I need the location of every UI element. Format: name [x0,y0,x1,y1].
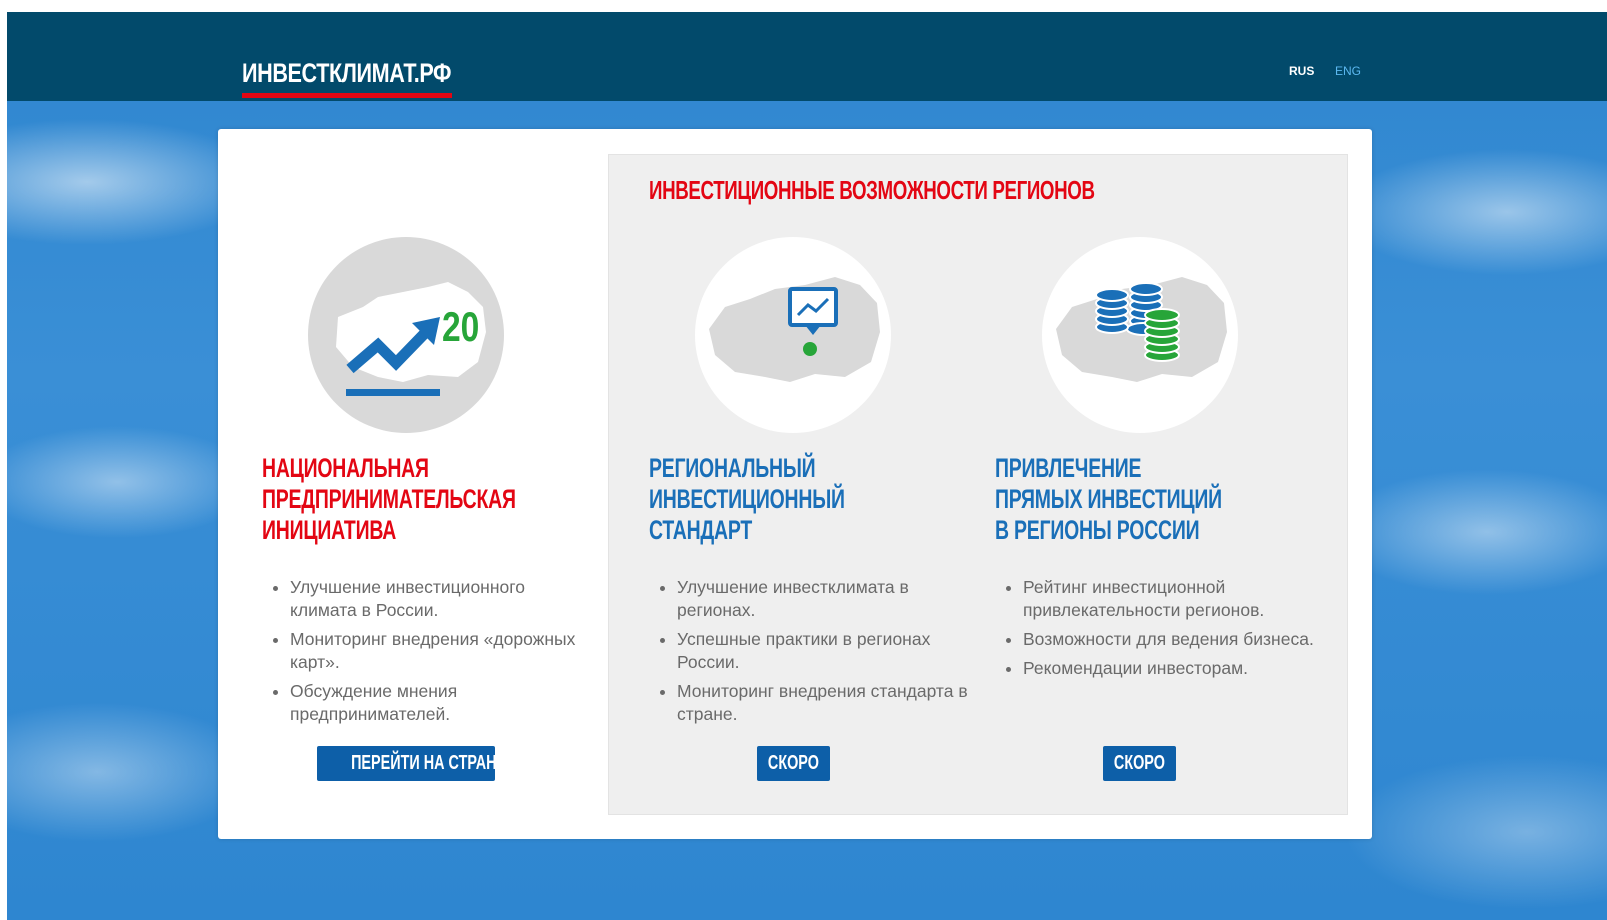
section-title: ИНВЕСТИЦИОННЫЕ ВОЗМОЖНОСТИ РЕГИОНОВ [649,175,1095,205]
lang-rus-link[interactable]: RUS [1289,64,1314,78]
page-background: ИНВЕСТКЛИМАТ.РФ RUS ENG ИНВЕСТИЦИОННЫЕ В… [7,12,1607,920]
header-bar: ИНВЕСТКЛИМАТ.РФ RUS ENG [7,12,1607,101]
column-2-bullets: Улучшение инвестклимата в регионах. Успе… [649,576,977,732]
soon-button-1[interactable]: СКОРО [757,746,830,781]
list-item: Мониторинг внедрения «дорожных карт». [290,628,580,674]
growth-chart-icon: 20 [308,237,504,433]
column-1-title: НАЦИОНАЛЬНАЯ ПРЕДПРИНИМАТЕЛЬСКАЯ ИНИЦИАТ… [262,453,516,545]
column-3-title: ПРИВЛЕЧЕНИЕ ПРЯМЫХ ИНВЕСТИЦИЙ В РЕГИОНЫ … [995,453,1222,545]
column-3-bullets: Рейтинг инвестиционной привлекательности… [995,576,1323,686]
coin-stacks-icon [1042,237,1238,433]
main-card: ИНВЕСТИЦИОННЫЕ ВОЗМОЖНОСТИ РЕГИОНОВ 20 Н… [218,129,1372,839]
column-2-title: РЕГИОНАЛЬНЫЙ ИНВЕСТИЦИОННЫЙ СТАНДАРТ [649,453,845,545]
list-item: Рекомендации инвесторам. [1023,657,1323,680]
list-item: Возможности для ведения бизнеса. [1023,628,1323,651]
map-presentation-icon [695,237,891,433]
column-1-bullets: Улучшение инвестиционного климата в Росс… [262,576,580,732]
list-item: Рейтинг инвестиционной привлекательности… [1023,576,1323,622]
icon-number: 20 [442,305,479,351]
list-item: Успешные практики в регионах России. [677,628,977,674]
logo-underline [242,93,452,98]
lang-eng-link[interactable]: ENG [1335,64,1361,78]
list-item: Обсуждение мнения предпринимателей. [290,680,580,726]
list-item: Улучшение инвестклимата в регионах. [677,576,977,622]
list-item: Улучшение инвестиционного климата в Росс… [290,576,580,622]
soon-button-2[interactable]: СКОРО [1103,746,1176,781]
go-to-page-button[interactable]: ПЕРЕЙТИ НА СТРАНИЦУ [317,746,495,781]
list-item: Мониторинг внедрения стандарта в стране. [677,680,977,726]
site-logo[interactable]: ИНВЕСТКЛИМАТ.РФ [242,58,451,89]
